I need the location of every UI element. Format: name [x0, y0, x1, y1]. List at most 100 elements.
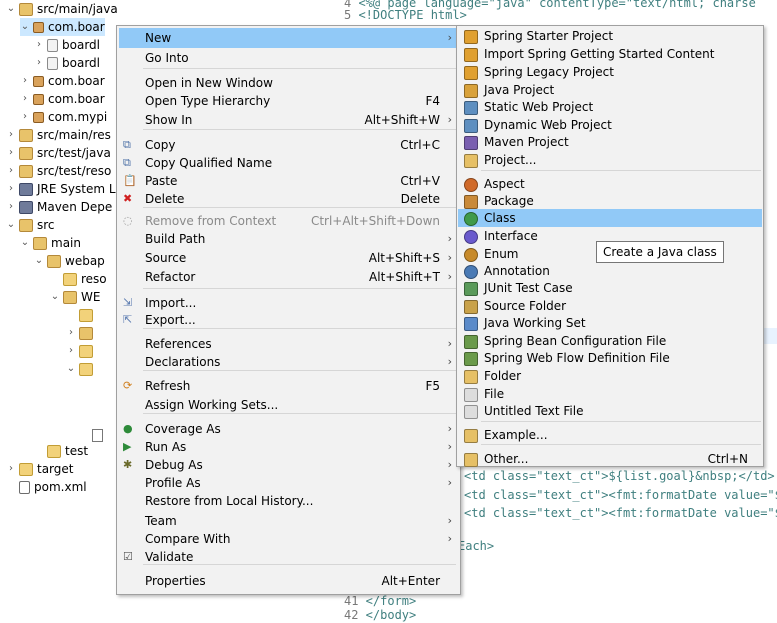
menu-item-validate[interactable]: ☑ Validate — [119, 547, 458, 567]
chevron-icon[interactable]: › — [20, 90, 30, 108]
chevron-icon[interactable]: › — [6, 144, 16, 162]
submenu-item-package[interactable]: Package — [458, 192, 762, 210]
submenu-item-spring-starter-project[interactable]: Spring Starter Project — [458, 27, 762, 45]
menu-item-new[interactable]: New › — [119, 28, 458, 48]
menu-item-references[interactable]: References › — [119, 334, 458, 354]
tree-item[interactable]: ⌄ webap — [34, 252, 105, 270]
chevron-icon[interactable]: › — [6, 126, 16, 144]
tree-item[interactable]: › Maven Depe — [6, 198, 112, 216]
code-line[interactable]: <td class="text_ct"><fmt:formatDate valu… — [464, 506, 777, 521]
tree-item[interactable]: ⌄ main — [20, 234, 81, 252]
chevron-icon[interactable]: ⌄ — [20, 18, 30, 36]
submenu-item-static-web-project[interactable]: Static Web Project — [458, 98, 762, 116]
menu-item-refactor[interactable]: Refactor Alt+Shift+T › — [119, 267, 458, 287]
submenu-item-spring-legacy-project[interactable]: Spring Legacy Project — [458, 63, 762, 81]
tree-item[interactable]: › com.boar — [20, 90, 105, 108]
tree-item[interactable]: ⌄ com.boar — [20, 18, 105, 36]
menu-item-profile-as[interactable]: Profile As › — [119, 473, 458, 493]
chevron-icon[interactable]: › — [6, 180, 16, 198]
menu-item-properties[interactable]: Properties Alt+Enter — [119, 571, 458, 591]
tree-item[interactable]: reso — [50, 270, 107, 288]
chevron-icon[interactable]: › — [34, 54, 44, 72]
submenu-item-project[interactable]: Project... — [458, 151, 762, 169]
submenu-item-file[interactable]: File — [458, 385, 762, 403]
submenu-item-java-project[interactable]: Java Project — [458, 81, 762, 99]
submenu-item-java-working-set[interactable]: Java Working Set — [458, 314, 762, 332]
chevron-icon[interactable]: › — [20, 108, 30, 126]
menu-item-coverage-as[interactable]: ● Coverage As › — [119, 419, 458, 439]
menu-item-copy[interactable]: ⧉ Copy Ctrl+C — [119, 135, 458, 155]
tree-item[interactable]: › — [66, 342, 97, 360]
menu-item-team[interactable]: Team › — [119, 511, 458, 531]
tree-item[interactable]: pom.xml — [6, 478, 87, 496]
tree-item[interactable]: ⌄ WE — [50, 288, 101, 306]
chevron-icon[interactable]: ⌄ — [34, 252, 44, 270]
tree-item[interactable]: › src/test/java — [6, 144, 111, 162]
chevron-icon[interactable]: › — [6, 198, 16, 216]
submenu-item-source-folder[interactable]: Source Folder — [458, 297, 762, 315]
submenu-item-dynamic-web-project[interactable]: Dynamic Web Project — [458, 116, 762, 134]
tree-item[interactable]: › src/test/reso — [6, 162, 111, 180]
menu-item-open-type-hierarchy[interactable]: Open Type Hierarchy F4 — [119, 91, 458, 111]
menu-item-assign-working-sets[interactable]: Assign Working Sets... — [119, 395, 458, 415]
submenu-item-untitled-text-file[interactable]: Untitled Text File — [458, 402, 762, 420]
submenu-item-junit-test-case[interactable]: JUnit Test Case — [458, 279, 762, 297]
submenu-item-annotation[interactable]: Annotation — [458, 262, 762, 280]
chevron-icon[interactable]: ⌄ — [6, 0, 16, 18]
chevron-icon[interactable]: › — [66, 324, 76, 342]
tree-item[interactable]: › src/main/res — [6, 126, 111, 144]
tree-item[interactable]: › com.mypi — [20, 108, 107, 126]
tree-item[interactable]: ⌄ src/main/java — [6, 0, 118, 18]
chevron-icon[interactable]: ⌄ — [66, 360, 76, 378]
code-line[interactable]: <td class="text_ct"><fmt:formatDate valu… — [464, 488, 777, 503]
menu-item-debug-as[interactable]: ✱ Debug As › — [119, 455, 458, 475]
menu-item-copy-qualified-name[interactable]: ⧉ Copy Qualified Name — [119, 153, 458, 173]
tree-item[interactable]: ⌄ — [66, 360, 97, 378]
submenu-item-import-spring-getting-started-content[interactable]: Import Spring Getting Started Content — [458, 45, 762, 63]
tree-item[interactable]: test — [34, 442, 88, 460]
code-line[interactable]: Each> — [458, 539, 494, 554]
menu-item-show-in[interactable]: Show In Alt+Shift+W › — [119, 110, 458, 130]
menu-item-build-path[interactable]: Build Path › — [119, 229, 458, 249]
submenu-item-spring-bean-configuration-file[interactable]: Spring Bean Configuration File — [458, 332, 762, 350]
submenu-item-aspect[interactable]: Aspect — [458, 175, 762, 193]
chevron-icon[interactable]: ⌄ — [50, 288, 60, 306]
tree-item[interactable] — [66, 306, 97, 324]
menu-item-refresh[interactable]: ⟳ Refresh F5 — [119, 376, 458, 396]
tree-item[interactable]: › boardl — [34, 36, 100, 54]
chevron-icon[interactable]: ⌄ — [20, 234, 30, 252]
menu-item-remove-from-context[interactable]: ◌ Remove from Context Ctrl+Alt+Shift+Down — [119, 211, 458, 231]
chevron-icon[interactable]: › — [34, 36, 44, 54]
tree-item[interactable]: › boardl — [34, 54, 100, 72]
chevron-icon[interactable]: › — [66, 342, 76, 360]
submenu-item-folder[interactable]: Folder — [458, 367, 762, 385]
menu-item-declarations[interactable]: Declarations › — [119, 352, 458, 372]
menu-item-run-as[interactable]: ▶ Run As › — [119, 437, 458, 457]
menu-item-source[interactable]: Source Alt+Shift+S › — [119, 248, 458, 268]
tree-item[interactable]: › com.boar — [20, 72, 105, 90]
menu-item-delete[interactable]: ✖ Delete Delete — [119, 189, 458, 209]
tree-item[interactable]: › JRE System L — [6, 180, 116, 198]
menu-item-paste[interactable]: 📋 Paste Ctrl+V — [119, 171, 458, 191]
chevron-icon[interactable]: › — [20, 72, 30, 90]
code-line[interactable]: 42 </body> — [344, 608, 416, 623]
menu-item-open-in-new-window[interactable]: Open in New Window — [119, 73, 458, 93]
submenu-item-spring-web-flow-definition-file[interactable]: Spring Web Flow Definition File — [458, 349, 762, 367]
code-line[interactable]: <td class="text_ct">${list.goal}&nbsp;</… — [464, 469, 775, 484]
tree-item[interactable]: › target — [6, 460, 74, 478]
menu-item-restore-from-local-history[interactable]: Restore from Local History... — [119, 491, 458, 511]
tree-item[interactable]: ⌄ src — [6, 216, 55, 234]
submenu-item-example[interactable]: Example... — [458, 426, 762, 444]
menu-item-export[interactable]: ⇱ Export... — [119, 310, 458, 330]
code-line[interactable]: 5 <!DOCTYPE html> — [344, 8, 467, 23]
menu-item-go-into[interactable]: Go Into — [119, 48, 458, 68]
menu-item-compare-with[interactable]: Compare With › — [119, 529, 458, 549]
chevron-icon[interactable]: ⌄ — [6, 216, 16, 234]
code-line[interactable]: 41 </form> — [344, 594, 416, 609]
tree-item[interactable]: › — [66, 324, 97, 342]
submenu-item-other[interactable]: Other... Ctrl+N — [458, 450, 762, 468]
submenu-item-maven-project[interactable]: Maven Project — [458, 133, 762, 151]
chevron-icon[interactable]: › — [6, 460, 16, 478]
submenu-item-class[interactable]: Class — [458, 209, 762, 227]
chevron-icon[interactable]: › — [6, 162, 16, 180]
